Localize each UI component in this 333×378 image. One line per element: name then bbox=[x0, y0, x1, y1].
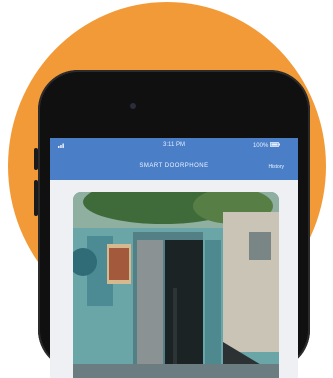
front-camera bbox=[130, 103, 136, 109]
doorway-photo[interactable] bbox=[73, 192, 279, 378]
phone-screen: 3:11 PM 100% SMART DOORPHONE History bbox=[50, 138, 298, 378]
app-bar: SMART DOORPHONE History bbox=[50, 154, 298, 180]
status-bar: 3:11 PM 100% bbox=[50, 138, 298, 154]
app-title: SMART DOORPHONE bbox=[139, 163, 209, 169]
phone-frame: 3:11 PM 100% SMART DOORPHONE History bbox=[34, 70, 310, 378]
battery-indicator: 100% bbox=[253, 142, 280, 149]
volume-up-button bbox=[34, 180, 38, 216]
mute-switch bbox=[34, 148, 38, 170]
battery-icon bbox=[270, 142, 280, 147]
history-link[interactable]: History bbox=[268, 164, 284, 170]
battery-percent: 100% bbox=[252, 143, 269, 149]
